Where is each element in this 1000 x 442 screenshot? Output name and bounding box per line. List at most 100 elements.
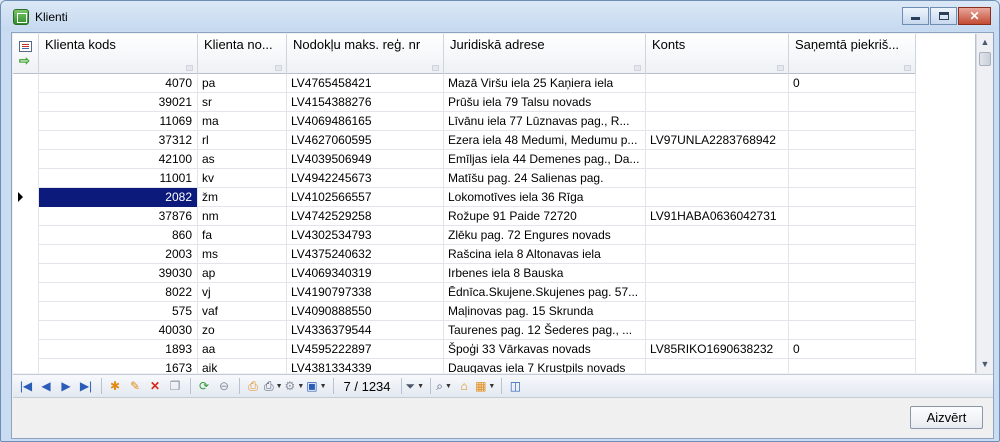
table-cell[interactable]	[789, 207, 916, 226]
table-cell[interactable]: pa	[198, 74, 287, 93]
row-indicator[interactable]	[13, 188, 39, 207]
column-header[interactable]: Konts	[646, 34, 789, 74]
table-row[interactable]: 4070 pa LV4765458421 Mazā Viršu iela 25 Kaņ…	[13, 74, 916, 93]
table-cell[interactable]	[646, 74, 789, 93]
table-cell[interactable]: LV4381334339	[287, 359, 444, 373]
table-cell[interactable]	[646, 226, 789, 245]
table-cell[interactable]: 11001	[39, 169, 198, 188]
row-indicator[interactable]	[13, 150, 39, 169]
table-cell[interactable]	[789, 245, 916, 264]
table-cell[interactable]	[646, 302, 789, 321]
table-cell[interactable]: LV91HABA0636042731	[646, 207, 789, 226]
table-cell[interactable]: LV4375240632	[287, 245, 444, 264]
table-row[interactable]: 575 vaf LV4090888550 Maļinovas pag. 15 Skru…	[13, 302, 916, 321]
table-cell[interactable]: rl	[198, 131, 287, 150]
table-cell[interactable]: 1673	[39, 359, 198, 373]
column-filter-icon[interactable]	[432, 65, 439, 71]
table-cell[interactable]: LV4090888550	[287, 302, 444, 321]
table-cell[interactable]	[789, 93, 916, 112]
row-indicator[interactable]	[13, 302, 39, 321]
title-bar[interactable]: Klienti ✕	[1, 1, 999, 31]
table-row[interactable]: 42100 as LV4039506949 Emīljas iela 44 Demen…	[13, 150, 916, 169]
column-filter-icon[interactable]	[777, 65, 784, 71]
table-cell[interactable]: 8022	[39, 283, 198, 302]
row-indicator[interactable]	[13, 131, 39, 150]
row-indicator[interactable]	[13, 74, 39, 93]
table-cell[interactable]: LV4039506949	[287, 150, 444, 169]
table-cell[interactable]: ms	[198, 245, 287, 264]
filter-icon[interactable]: ⏷ ▼	[406, 377, 425, 395]
table-row[interactable]: 11001 kv LV4942245673 Matīšu pag. 24 Salien…	[13, 169, 916, 188]
table-cell[interactable]: sr	[198, 93, 287, 112]
row-indicator[interactable]	[13, 359, 39, 373]
table-cell[interactable]: kv	[198, 169, 287, 188]
table-cell[interactable]	[646, 245, 789, 264]
table-cell[interactable]: LV4595222897	[287, 340, 444, 359]
table-cell[interactable]: 575	[39, 302, 198, 321]
table-cell[interactable]	[789, 150, 916, 169]
table-cell[interactable]: Mazā Viršu iela 25 Kaņiera iela	[444, 74, 646, 93]
table-cell[interactable]: 37876	[39, 207, 198, 226]
row-indicator[interactable]	[13, 93, 39, 112]
table-cell[interactable]: Prūšu iela 79 Talsu novads	[444, 93, 646, 112]
table-cell[interactable]	[789, 283, 916, 302]
clients-grid[interactable]: ⇨ Klienta kods Klienta no... Nodokļu maks.…	[13, 34, 976, 373]
table-cell[interactable]: Irbenes iela 8 Bauska	[444, 264, 646, 283]
table-cell[interactable]: Daugavas iela 7 Krustpils novads	[444, 359, 646, 373]
column-filter-icon[interactable]	[186, 65, 193, 71]
table-cell[interactable]: 2003	[39, 245, 198, 264]
table-cell[interactable]: Taurenes pag. 12 Šederes pag., ...	[444, 321, 646, 340]
table-cell[interactable]: aa	[198, 340, 287, 359]
table-cell[interactable]	[646, 283, 789, 302]
copy-record-icon[interactable]: ❐	[166, 377, 184, 395]
table-cell[interactable]: LV97UNLA2283768942	[646, 131, 789, 150]
table-cell[interactable]: LV4942245673	[287, 169, 444, 188]
column-chooser-button[interactable]: ⇨	[13, 34, 39, 74]
table-cell[interactable]: vaf	[198, 302, 287, 321]
table-cell[interactable]: 11069	[39, 112, 198, 131]
table-cell[interactable]: LV4069340319	[287, 264, 444, 283]
table-row[interactable]: 2003 ms LV4375240632 Rašcina iela 8 Altonav…	[13, 245, 916, 264]
table-cell[interactable]: Rašcina iela 8 Altonavas iela	[444, 245, 646, 264]
table-cell[interactable]: 0	[789, 340, 916, 359]
table-cell[interactable]	[646, 359, 789, 373]
table-cell[interactable]: Lokomotīves iela 36 Rīga	[444, 188, 646, 207]
table-row[interactable]: 11069 ma LV4069486165 Līvānu iela 77 Lūznav…	[13, 112, 916, 131]
table-cell[interactable]: LV85RIKO1690638232	[646, 340, 789, 359]
table-row[interactable]: 1673 aik LV4381334339 Daugavas iela 7 Krust…	[13, 359, 916, 373]
vertical-scrollbar[interactable]: ▲ ▼	[976, 34, 993, 373]
find-icon[interactable]: ⌕ ▼	[435, 377, 453, 395]
table-cell[interactable]: ma	[198, 112, 287, 131]
table-cell[interactable]: žm	[198, 188, 287, 207]
column-header[interactable]: Klienta no...	[198, 34, 287, 74]
table-cell[interactable]	[646, 150, 789, 169]
column-filter-icon[interactable]	[904, 65, 911, 71]
table-cell[interactable]	[789, 321, 916, 340]
table-cell[interactable]: aik	[198, 359, 287, 373]
row-indicator[interactable]	[13, 283, 39, 302]
table-cell[interactable]	[789, 112, 916, 131]
table-cell[interactable]: vj	[198, 283, 287, 302]
table-cell[interactable]: 1893	[39, 340, 198, 359]
add-record-icon[interactable]: ✱	[106, 377, 124, 395]
home-icon[interactable]: ⌂	[455, 377, 473, 395]
refresh-icon[interactable]: ⟳	[195, 377, 213, 395]
close-button[interactable]: Aizvērt	[910, 406, 983, 429]
table-cell[interactable]	[789, 188, 916, 207]
table-cell[interactable]: Ēdnīca.Skujene.Skujenes pag. 57...	[444, 283, 646, 302]
column-header[interactable]: Nodokļu maks. reģ. nr	[287, 34, 444, 74]
column-header[interactable]: Saņemtā piekriš...	[789, 34, 916, 74]
table-cell[interactable]: 39021	[39, 93, 198, 112]
table-cell[interactable]: LV4765458421	[287, 74, 444, 93]
table-cell[interactable]: 2082	[39, 188, 198, 207]
row-indicator[interactable]	[13, 226, 39, 245]
table-row[interactable]: 1893 aa LV4595222897 Špoģi 33 Vārkavas nova…	[13, 340, 916, 359]
last-record-icon[interactable]: ▶|	[77, 377, 95, 395]
dropdown-arrow-icon[interactable]: ▼	[445, 383, 452, 390]
table-cell[interactable]: 42100	[39, 150, 198, 169]
row-indicator[interactable]	[13, 245, 39, 264]
table-cell[interactable]: zo	[198, 321, 287, 340]
table-cell[interactable]: LV4190797338	[287, 283, 444, 302]
table-cell[interactable]	[789, 264, 916, 283]
help-icon[interactable]: ◫	[506, 377, 524, 395]
